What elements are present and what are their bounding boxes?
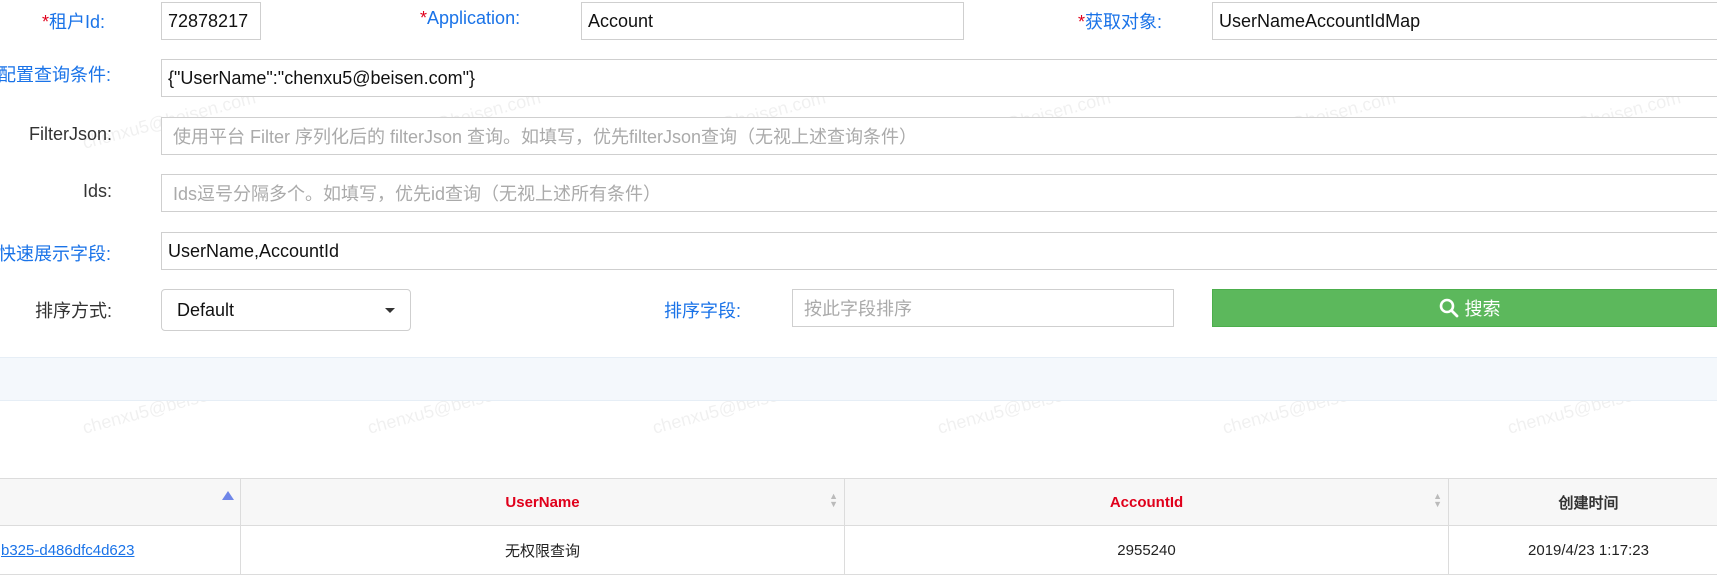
search-icon <box>1439 298 1459 318</box>
results-toolbar-band <box>0 357 1717 401</box>
table-cell-id: b325-d486dfc4d623 <box>0 526 241 575</box>
column-header-created-time[interactable]: 创建时间 <box>1449 479 1717 526</box>
results-table: UserName ▲▼ AccountId ▲▼ 创建时间 b325-d486d… <box>0 478 1717 575</box>
ids-input[interactable]: Ids逗号分隔多个。如填写，优先id查询（无视上述所有条件） <box>161 174 1717 212</box>
chevron-down-icon <box>385 308 395 313</box>
display-fields-field[interactable]: UserName,AccountId <box>161 232 1717 270</box>
record-id-link[interactable]: b325-d486dfc4d623 <box>1 542 134 559</box>
sort-mode-label: 排序方式: <box>0 297 112 323</box>
search-button[interactable]: 搜索 <box>1212 289 1717 327</box>
table-cell-created-time: 2019/4/23 1:17:23 <box>1449 526 1717 575</box>
tenant-label: *租户Id: <box>42 8 105 34</box>
search-button-label: 搜索 <box>1465 295 1501 321</box>
tenant-id-field[interactable]: 72878217 <box>161 2 261 40</box>
query-label: 配置查询条件: <box>0 61 111 87</box>
sort-icon[interactable]: ▲▼ <box>1433 492 1442 508</box>
application-label: *Application: <box>420 8 520 29</box>
column-header-id[interactable] <box>0 479 241 526</box>
query-condition-field[interactable]: {"UserName":"chenxu5@beisen.com"} <box>161 59 1717 97</box>
sort-mode-select[interactable]: Default <box>161 289 411 331</box>
column-header-username[interactable]: UserName ▲▼ <box>241 479 845 526</box>
sort-icon[interactable]: ▲▼ <box>829 492 838 508</box>
sort-field-input[interactable]: 按此字段排序 <box>792 289 1174 327</box>
table-cell-accountid: 2955240 <box>845 526 1449 575</box>
table-cell-username: 无权限查询 <box>241 526 845 575</box>
filterjson-label: FilterJson: <box>0 124 112 145</box>
table-header-row: UserName ▲▼ AccountId ▲▼ 创建时间 <box>0 479 1717 526</box>
sort-mode-value: Default <box>177 300 234 321</box>
sort-field-label: 排序字段: <box>664 297 741 323</box>
sort-asc-icon[interactable] <box>222 491 234 500</box>
table-row: b325-d486dfc4d623 无权限查询 2955240 2019/4/2… <box>0 526 1717 575</box>
display-fields-label: 快速展示字段: <box>0 240 111 266</box>
column-header-accountid[interactable]: AccountId ▲▼ <box>845 479 1449 526</box>
application-field[interactable]: Account <box>581 2 964 40</box>
target-label: *获取对象: <box>1078 8 1162 34</box>
target-object-field[interactable]: UserNameAccountIdMap <box>1212 2 1717 40</box>
ids-label: Ids: <box>0 181 112 202</box>
filterjson-input[interactable]: 使用平台 Filter 序列化后的 filterJson 查询。如填写，优先fi… <box>161 117 1717 155</box>
